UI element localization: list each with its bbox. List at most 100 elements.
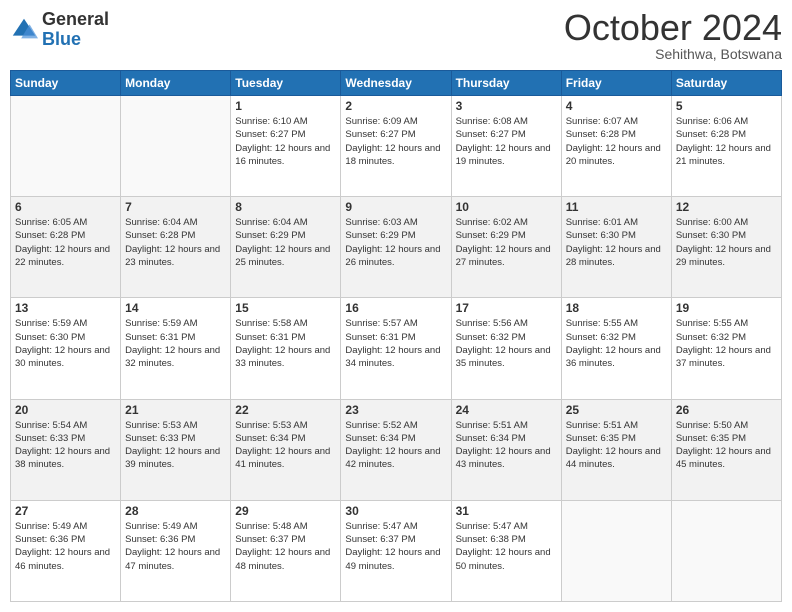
col-tuesday: Tuesday xyxy=(231,71,341,96)
day-number: 1 xyxy=(235,99,336,113)
calendar-cell: 25Sunrise: 5:51 AM Sunset: 6:35 PM Dayli… xyxy=(561,399,671,500)
day-number: 22 xyxy=(235,403,336,417)
calendar-cell xyxy=(561,500,671,601)
day-info: Sunrise: 5:51 AM Sunset: 6:35 PM Dayligh… xyxy=(566,419,667,472)
day-info: Sunrise: 5:55 AM Sunset: 6:32 PM Dayligh… xyxy=(566,317,667,370)
col-sunday: Sunday xyxy=(11,71,121,96)
day-info: Sunrise: 5:59 AM Sunset: 6:30 PM Dayligh… xyxy=(15,317,116,370)
day-info: Sunrise: 5:55 AM Sunset: 6:32 PM Dayligh… xyxy=(676,317,777,370)
day-info: Sunrise: 5:48 AM Sunset: 6:37 PM Dayligh… xyxy=(235,520,336,573)
calendar-cell: 8 Sunrise: 6:04 AM Sunset: 6:29 PM Daylig… xyxy=(231,197,341,298)
calendar-cell: 5 Sunrise: 6:06 AM Sunset: 6:28 PM Daylig… xyxy=(671,96,781,197)
day-info: Sunrise: 6:03 AM Sunset: 6:29 PM Dayligh… xyxy=(345,216,446,269)
day-number: 18 xyxy=(566,301,667,315)
calendar-cell: 18 Sunrise: 5:55 AM Sunset: 6:32 PM Dayli… xyxy=(561,298,671,399)
day-info: Sunrise: 6:08 AM Sunset: 6:27 PM Dayligh… xyxy=(456,115,557,168)
day-info: Sunrise: 5:58 AM Sunset: 6:31 PM Dayligh… xyxy=(235,317,336,370)
calendar-cell: 14 Sunrise: 5:59 AM Sunset: 6:31 PM Dayli… xyxy=(121,298,231,399)
day-info: Sunrise: 6:10 AM Sunset: 6:27 PM Dayligh… xyxy=(235,115,336,168)
day-info: Sunrise: 5:52 AM Sunset: 6:34 PM Dayligh… xyxy=(345,419,446,472)
day-info: Sunrise: 5:56 AM Sunset: 6:32 PM Dayligh… xyxy=(456,317,557,370)
calendar-cell: 27 Sunrise: 5:49 AM Sunset: 6:36 PM Dayli… xyxy=(11,500,121,601)
calendar-cell xyxy=(11,96,121,197)
day-info: Sunrise: 5:59 AM Sunset: 6:31 PM Dayligh… xyxy=(125,317,226,370)
calendar-week-row: 6 Sunrise: 6:05 AM Sunset: 6:28 PM Daylig… xyxy=(11,197,782,298)
calendar-week-row: 13 Sunrise: 5:59 AM Sunset: 6:30 PM Dayli… xyxy=(11,298,782,399)
day-info: Sunrise: 6:01 AM Sunset: 6:30 PM Dayligh… xyxy=(566,216,667,269)
day-info: Sunrise: 5:57 AM Sunset: 6:31 PM Dayligh… xyxy=(345,317,446,370)
calendar-cell xyxy=(121,96,231,197)
day-number: 12 xyxy=(676,200,777,214)
calendar-cell: 9 Sunrise: 6:03 AM Sunset: 6:29 PM Daylig… xyxy=(341,197,451,298)
day-number: 23 xyxy=(345,403,446,417)
header: General Blue October 2024 Sehithwa, Bots… xyxy=(10,10,782,62)
calendar-cell: 30 Sunrise: 5:47 AM Sunset: 6:37 PM Dayli… xyxy=(341,500,451,601)
calendar-cell: 31 Sunrise: 5:47 AM Sunset: 6:38 PM Dayli… xyxy=(451,500,561,601)
day-info: Sunrise: 6:05 AM Sunset: 6:28 PM Dayligh… xyxy=(15,216,116,269)
day-number: 11 xyxy=(566,200,667,214)
calendar-week-row: 27 Sunrise: 5:49 AM Sunset: 6:36 PM Dayli… xyxy=(11,500,782,601)
col-friday: Friday xyxy=(561,71,671,96)
month-title: October 2024 xyxy=(564,10,782,46)
calendar-cell: 21Sunrise: 5:53 AM Sunset: 6:33 PM Dayli… xyxy=(121,399,231,500)
day-number: 31 xyxy=(456,504,557,518)
day-number: 20 xyxy=(15,403,116,417)
day-number: 10 xyxy=(456,200,557,214)
day-info: Sunrise: 5:47 AM Sunset: 6:37 PM Dayligh… xyxy=(345,520,446,573)
day-number: 15 xyxy=(235,301,336,315)
day-info: Sunrise: 6:06 AM Sunset: 6:28 PM Dayligh… xyxy=(676,115,777,168)
day-number: 26 xyxy=(676,403,777,417)
day-number: 3 xyxy=(456,99,557,113)
day-number: 8 xyxy=(235,200,336,214)
day-number: 13 xyxy=(15,301,116,315)
logo-blue-text: Blue xyxy=(42,30,109,50)
calendar-cell: 22Sunrise: 5:53 AM Sunset: 6:34 PM Dayli… xyxy=(231,399,341,500)
day-number: 27 xyxy=(15,504,116,518)
day-info: Sunrise: 5:49 AM Sunset: 6:36 PM Dayligh… xyxy=(15,520,116,573)
calendar-cell xyxy=(671,500,781,601)
calendar-table: Sunday Monday Tuesday Wednesday Thursday… xyxy=(10,70,782,602)
day-info: Sunrise: 5:51 AM Sunset: 6:34 PM Dayligh… xyxy=(456,419,557,472)
day-number: 14 xyxy=(125,301,226,315)
calendar-cell: 26Sunrise: 5:50 AM Sunset: 6:35 PM Dayli… xyxy=(671,399,781,500)
calendar-cell: 11 Sunrise: 6:01 AM Sunset: 6:30 PM Dayli… xyxy=(561,197,671,298)
calendar-cell: 19 Sunrise: 5:55 AM Sunset: 6:32 PM Dayli… xyxy=(671,298,781,399)
calendar-header-row: Sunday Monday Tuesday Wednesday Thursday… xyxy=(11,71,782,96)
day-info: Sunrise: 6:02 AM Sunset: 6:29 PM Dayligh… xyxy=(456,216,557,269)
day-number: 16 xyxy=(345,301,446,315)
col-thursday: Thursday xyxy=(451,71,561,96)
calendar-cell: 20 Sunrise: 5:54 AM Sunset: 6:33 PM Dayli… xyxy=(11,399,121,500)
day-info: Sunrise: 6:09 AM Sunset: 6:27 PM Dayligh… xyxy=(345,115,446,168)
day-number: 6 xyxy=(15,200,116,214)
day-info: Sunrise: 5:54 AM Sunset: 6:33 PM Dayligh… xyxy=(15,419,116,472)
day-number: 19 xyxy=(676,301,777,315)
calendar-cell: 2Sunrise: 6:09 AM Sunset: 6:27 PM Daylig… xyxy=(341,96,451,197)
day-info: Sunrise: 5:47 AM Sunset: 6:38 PM Dayligh… xyxy=(456,520,557,573)
day-number: 7 xyxy=(125,200,226,214)
calendar-cell: 7Sunrise: 6:04 AM Sunset: 6:28 PM Daylig… xyxy=(121,197,231,298)
day-number: 24 xyxy=(456,403,557,417)
day-info: Sunrise: 5:53 AM Sunset: 6:33 PM Dayligh… xyxy=(125,419,226,472)
day-info: Sunrise: 6:07 AM Sunset: 6:28 PM Dayligh… xyxy=(566,115,667,168)
calendar-cell: 29 Sunrise: 5:48 AM Sunset: 6:37 PM Dayli… xyxy=(231,500,341,601)
day-info: Sunrise: 6:04 AM Sunset: 6:29 PM Dayligh… xyxy=(235,216,336,269)
day-info: Sunrise: 6:00 AM Sunset: 6:30 PM Dayligh… xyxy=(676,216,777,269)
logo-general-text: General xyxy=(42,10,109,30)
day-number: 28 xyxy=(125,504,226,518)
calendar-cell: 6 Sunrise: 6:05 AM Sunset: 6:28 PM Daylig… xyxy=(11,197,121,298)
calendar-cell: 28Sunrise: 5:49 AM Sunset: 6:36 PM Dayli… xyxy=(121,500,231,601)
col-saturday: Saturday xyxy=(671,71,781,96)
day-number: 4 xyxy=(566,99,667,113)
col-monday: Monday xyxy=(121,71,231,96)
day-number: 17 xyxy=(456,301,557,315)
day-number: 30 xyxy=(345,504,446,518)
calendar-cell: 13 Sunrise: 5:59 AM Sunset: 6:30 PM Dayli… xyxy=(11,298,121,399)
location-subtitle: Sehithwa, Botswana xyxy=(564,46,782,62)
day-number: 9 xyxy=(345,200,446,214)
calendar-cell: 10 Sunrise: 6:02 AM Sunset: 6:29 PM Dayli… xyxy=(451,197,561,298)
calendar-cell: 1 Sunrise: 6:10 AM Sunset: 6:27 PM Daylig… xyxy=(231,96,341,197)
day-number: 5 xyxy=(676,99,777,113)
calendar-cell: 16 Sunrise: 5:57 AM Sunset: 6:31 PM Dayli… xyxy=(341,298,451,399)
logo: General Blue xyxy=(10,10,109,50)
day-number: 29 xyxy=(235,504,336,518)
